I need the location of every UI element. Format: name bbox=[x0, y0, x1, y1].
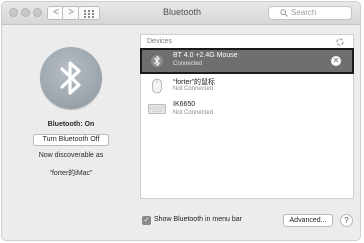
advanced-button[interactable]: Advanced... bbox=[283, 214, 333, 227]
device-row[interactable]: IK6650 Not Connected bbox=[141, 98, 353, 120]
discoverable-text: Now discoverable as bbox=[38, 152, 104, 159]
devices-header: Devices bbox=[147, 38, 172, 45]
search-placeholder: Search bbox=[291, 8, 317, 17]
zoom-window-button[interactable] bbox=[33, 8, 42, 17]
device-status: Not Connected bbox=[173, 86, 214, 92]
mouse-icon bbox=[152, 78, 162, 94]
keyboard-icon bbox=[148, 104, 166, 114]
spinner-icon bbox=[336, 38, 344, 46]
device-row-selected[interactable]: BT 4.0 +2.4G Mouse Connected ✕ bbox=[140, 48, 354, 74]
device-status: Connected bbox=[173, 61, 203, 67]
turn-bluetooth-off-button[interactable]: Turn Bluetooth Off bbox=[33, 134, 109, 146]
search-icon bbox=[280, 9, 288, 17]
devices-list: Devices BT 4.0 +2.4G Mouse Connected ✕ “… bbox=[140, 34, 354, 199]
bluetooth-status: Bluetooth: On bbox=[47, 121, 95, 128]
minimize-window-button[interactable] bbox=[21, 8, 30, 17]
show-all-button[interactable] bbox=[78, 6, 100, 20]
show-in-menubar-label: Show Bluetooth in menu bar bbox=[154, 216, 242, 223]
bluetooth-icon bbox=[151, 55, 163, 67]
device-status: Not Connected bbox=[173, 110, 214, 116]
device-name: IK6650 bbox=[173, 101, 196, 108]
window-title: Bluetooth bbox=[162, 7, 202, 17]
title-bar: < > Bluetooth Search bbox=[2, 2, 360, 25]
device-row[interactable]: “forter”的鼠标 Not Connected bbox=[141, 74, 353, 96]
show-in-menubar-checkbox[interactable]: ✓ bbox=[142, 216, 151, 225]
preferences-window: < > Bluetooth Search Bluetooth: On Turn … bbox=[2, 2, 360, 240]
close-window-button[interactable] bbox=[9, 8, 18, 17]
computer-name: “forter的iMac” bbox=[49, 170, 93, 177]
device-name: BT 4.0 +2.4G Mouse bbox=[173, 52, 238, 59]
remove-device-icon[interactable]: ✕ bbox=[331, 56, 341, 66]
help-button[interactable]: ? bbox=[340, 214, 353, 227]
search-field[interactable]: Search bbox=[268, 6, 352, 20]
bluetooth-large-icon bbox=[40, 47, 102, 109]
